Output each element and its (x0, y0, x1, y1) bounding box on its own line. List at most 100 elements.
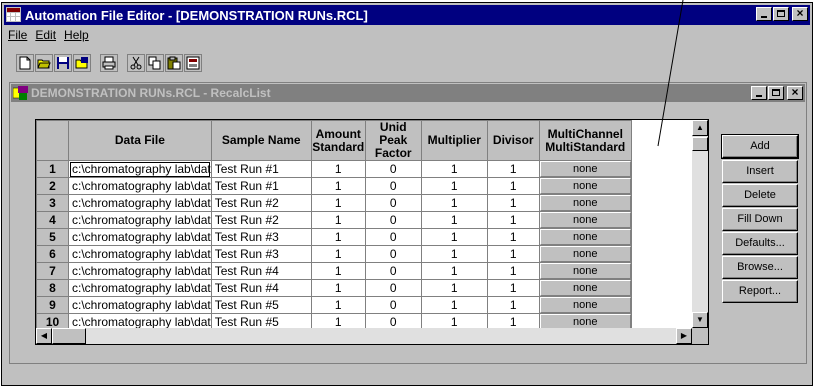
save-all-button[interactable] (73, 54, 91, 72)
print-button[interactable] (100, 54, 118, 72)
delete-button[interactable]: Delete (722, 184, 798, 207)
row-number[interactable]: 5 (36, 228, 69, 246)
data-file-cell[interactable]: c:\chromatography lab\dat (68, 228, 212, 246)
multichannel-button[interactable]: none (540, 297, 631, 313)
amount-standard-cell[interactable]: 1 (310, 296, 366, 314)
amount-standard-cell[interactable]: 1 (310, 245, 366, 263)
scroll-up-button[interactable]: ▲ (692, 120, 708, 136)
scroll-left-button[interactable]: ◀ (36, 328, 52, 344)
multiplier-cell[interactable]: 1 (420, 228, 488, 246)
multichannel-button[interactable]: none (540, 263, 631, 279)
data-file-cell[interactable]: c:\chromatography lab\dat (68, 194, 212, 212)
row-number[interactable]: 4 (36, 211, 69, 229)
col-header-divisor[interactable]: Divisor (486, 120, 540, 161)
divisor-cell[interactable]: 1 (486, 194, 540, 212)
sample-name-cell[interactable]: Test Run #1 (210, 177, 312, 195)
multiplier-cell[interactable]: 1 (420, 296, 488, 314)
save-button[interactable] (54, 54, 72, 72)
divisor-cell[interactable]: 1 (486, 262, 540, 280)
child-title-bar[interactable]: DEMONSTRATION RUNs.RCL - RecalcList × (11, 84, 805, 102)
amount-standard-cell[interactable]: 1 (310, 228, 366, 246)
multichannel-button[interactable]: none (540, 195, 631, 211)
corner-header[interactable] (36, 120, 69, 161)
cut-button[interactable] (127, 54, 145, 72)
col-header-unid-peak-factor[interactable]: Unid Peak Factor (364, 120, 422, 161)
multiplier-cell[interactable]: 1 (420, 194, 488, 212)
add-button[interactable]: Add (721, 134, 799, 159)
multichannel-button[interactable]: none (540, 280, 631, 296)
multiplier-cell[interactable]: 1 (420, 279, 488, 297)
data-file-cell[interactable]: c:\chromatography lab\dat (68, 296, 212, 314)
title-bar[interactable]: Automation File Editor - [DEMONSTRATION … (4, 5, 810, 25)
row-number[interactable]: 8 (36, 279, 69, 297)
divisor-cell[interactable]: 1 (486, 245, 540, 263)
sample-name-cell[interactable]: Test Run #2 (210, 194, 312, 212)
child-close-button[interactable]: × (787, 85, 803, 100)
col-header-sample-name[interactable]: Sample Name (210, 120, 312, 161)
divisor-cell[interactable]: 1 (486, 160, 540, 178)
multiplier-cell[interactable]: 1 (420, 211, 488, 229)
divisor-cell[interactable]: 1 (486, 279, 540, 297)
multichannel-button[interactable]: none (540, 212, 631, 228)
row-number[interactable]: 6 (36, 245, 69, 263)
menu-file[interactable]: File (6, 27, 33, 44)
multiplier-cell[interactable]: 1 (420, 160, 488, 178)
unid-peak-factor-cell[interactable]: 0 (364, 296, 422, 314)
row-number[interactable]: 2 (36, 177, 69, 195)
sample-name-cell[interactable]: Test Run #4 (210, 262, 312, 280)
new-button[interactable] (16, 54, 34, 72)
multichannel-button[interactable]: none (540, 178, 631, 194)
unid-peak-factor-cell[interactable]: 0 (364, 262, 422, 280)
scroll-down-button[interactable]: ▼ (692, 312, 708, 328)
data-file-cell[interactable]: c:\chromatography lab\dat (68, 279, 212, 297)
data-file-cell[interactable]: c:\chromatography lab\dat (68, 160, 212, 178)
close-button[interactable]: × (792, 6, 808, 21)
sample-name-cell[interactable]: Test Run #2 (210, 211, 312, 229)
defaults-button[interactable]: Defaults... (722, 232, 798, 255)
amount-standard-cell[interactable]: 1 (310, 279, 366, 297)
unid-peak-factor-cell[interactable]: 0 (364, 160, 422, 178)
report-button[interactable] (184, 54, 202, 72)
row-number[interactable]: 3 (36, 194, 69, 212)
horizontal-scrollbar[interactable]: ◀ ▶ (36, 328, 692, 344)
col-header-multiplier[interactable]: Multiplier (420, 120, 488, 161)
scroll-right-button[interactable]: ▶ (676, 328, 692, 344)
unid-peak-factor-cell[interactable]: 0 (364, 279, 422, 297)
menu-edit[interactable]: Edit (33, 27, 62, 44)
divisor-cell[interactable]: 1 (486, 211, 540, 229)
multiplier-cell[interactable]: 1 (420, 177, 488, 195)
multiplier-cell[interactable]: 1 (420, 262, 488, 280)
unid-peak-factor-cell[interactable]: 0 (364, 177, 422, 195)
data-file-cell[interactable]: c:\chromatography lab\dat (68, 262, 212, 280)
amount-standard-cell[interactable]: 1 (310, 177, 366, 195)
data-file-cell[interactable]: c:\chromatography lab\dat (68, 211, 212, 229)
copy-button[interactable] (146, 54, 164, 72)
data-file-cell[interactable]: c:\chromatography lab\dat (68, 245, 212, 263)
fill-down-button[interactable]: Fill Down (722, 208, 798, 231)
sample-name-cell[interactable]: Test Run #5 (210, 296, 312, 314)
child-maximize-button[interactable] (768, 86, 784, 100)
divisor-cell[interactable]: 1 (486, 228, 540, 246)
unid-peak-factor-cell[interactable]: 0 (364, 245, 422, 263)
amount-standard-cell[interactable]: 1 (310, 194, 366, 212)
data-file-cell[interactable]: c:\chromatography lab\dat (68, 177, 212, 195)
multiplier-cell[interactable]: 1 (420, 245, 488, 263)
child-minimize-button[interactable] (751, 86, 767, 100)
multichannel-button[interactable]: none (540, 161, 631, 177)
multichannel-button[interactable]: none (540, 246, 631, 262)
amount-standard-cell[interactable]: 1 (310, 160, 366, 178)
menu-help[interactable]: Help (62, 27, 95, 44)
amount-standard-cell[interactable]: 1 (310, 262, 366, 280)
multichannel-button[interactable]: none (540, 229, 631, 245)
paste-button[interactable] (165, 54, 183, 72)
report-action-button[interactable]: Report... (722, 280, 798, 303)
sample-name-cell[interactable]: Test Run #4 (210, 279, 312, 297)
vertical-scroll-thumb[interactable] (692, 137, 708, 151)
col-header-multichannel-multistandard[interactable]: MultiChannel MultiStandard (538, 120, 632, 161)
row-number[interactable]: 9 (36, 296, 69, 314)
open-button[interactable] (35, 54, 53, 72)
insert-button[interactable]: Insert (722, 160, 798, 183)
unid-peak-factor-cell[interactable]: 0 (364, 211, 422, 229)
sample-name-cell[interactable]: Test Run #1 (210, 160, 312, 178)
row-number[interactable]: 1 (36, 160, 69, 178)
